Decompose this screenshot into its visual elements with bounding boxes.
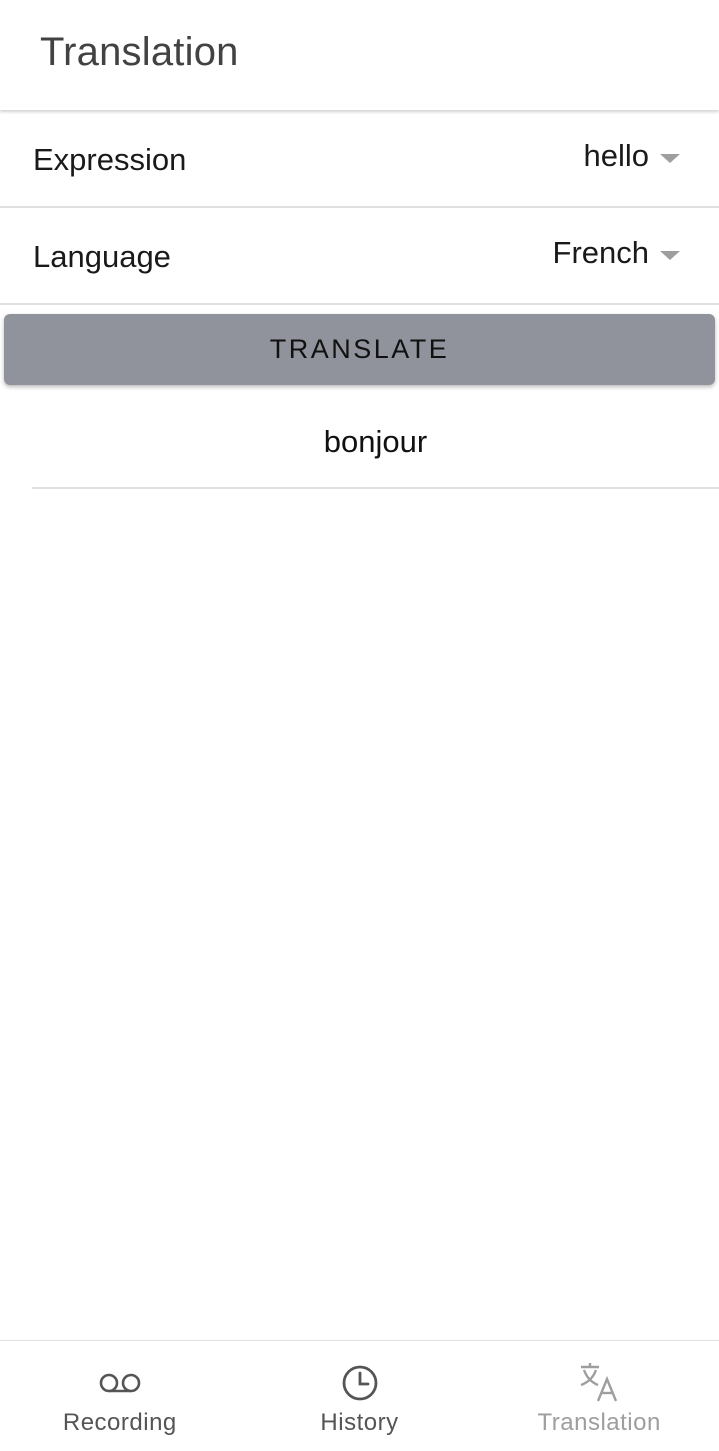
translate-icon: [578, 1363, 620, 1403]
expression-value[interactable]: hello: [584, 138, 650, 174]
nav-label-history: History: [320, 1409, 399, 1436]
expression-select[interactable]: Expression hello: [0, 112, 719, 208]
bottom-navigation: Recording History Translation: [0, 1340, 719, 1451]
nav-item-translation[interactable]: Translation: [479, 1341, 719, 1451]
nav-label-translation: Translation: [537, 1409, 661, 1436]
language-value[interactable]: French: [553, 235, 649, 271]
voicemail-icon: [98, 1363, 142, 1403]
nav-item-recording[interactable]: Recording: [0, 1341, 240, 1451]
dropdown-arrow-icon[interactable]: [660, 251, 680, 260]
translation-result: bonjour: [32, 395, 719, 489]
app-bar: Translation: [0, 0, 719, 110]
language-label: Language: [33, 239, 171, 274]
clock-icon: [341, 1363, 379, 1403]
expression-label: Expression: [33, 142, 187, 177]
translate-button[interactable]: TRANSLATE: [4, 314, 715, 385]
nav-label-recording: Recording: [62, 1409, 177, 1436]
language-select[interactable]: Language French: [0, 209, 719, 305]
nav-item-history[interactable]: History: [240, 1341, 480, 1451]
app-root: Translation Expression hello Language Fr…: [0, 0, 719, 1451]
page-title: Translation: [40, 30, 239, 74]
dropdown-arrow-icon[interactable]: [660, 154, 680, 163]
